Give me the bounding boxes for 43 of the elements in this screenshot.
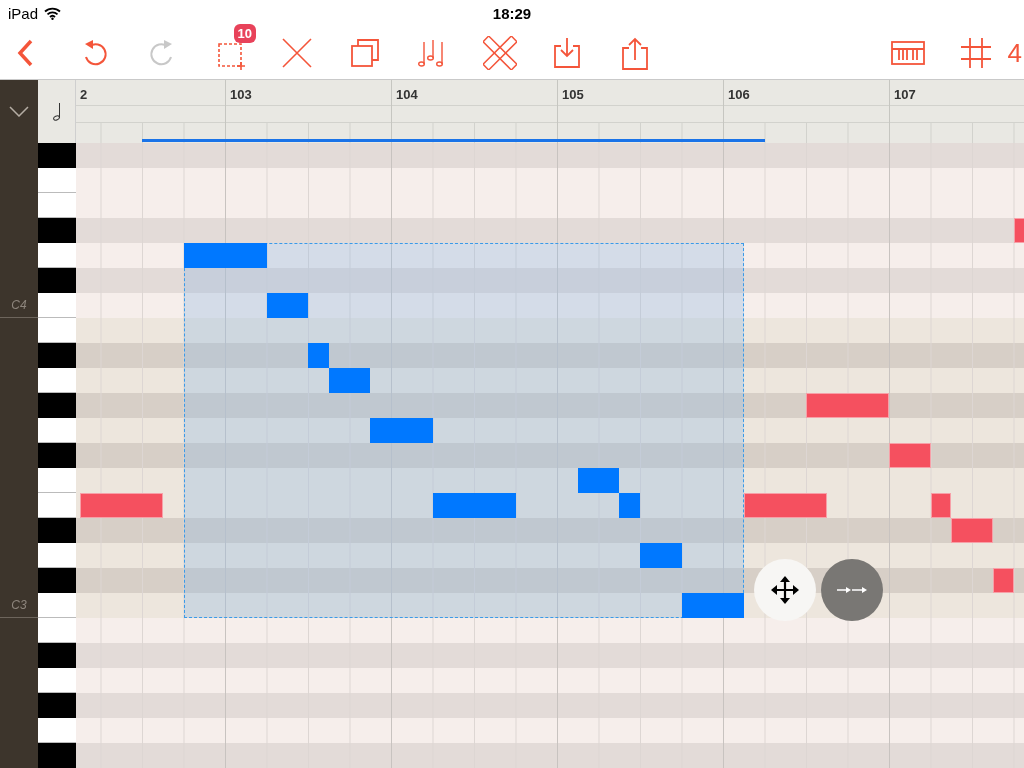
clock-time: 18:29 (492, 5, 532, 22)
grid-icon (958, 36, 993, 70)
note[interactable] (806, 393, 889, 418)
sharp-key[interactable] (38, 693, 76, 718)
sharp-key[interactable] (38, 393, 76, 418)
sharp-key[interactable] (38, 343, 76, 368)
toolbar-label: 4 (1007, 37, 1022, 69)
pencil-ruler-icon (482, 36, 517, 70)
octave-label: C3 (11, 598, 27, 612)
sharp-key[interactable] (38, 268, 76, 293)
sharp-key[interactable] (38, 143, 76, 168)
chevron-down-icon[interactable] (9, 106, 29, 117)
bar-number: 2 (80, 87, 88, 102)
carrier-label: iPad (8, 5, 39, 22)
close-icon (280, 36, 314, 70)
bar-number: 105 (562, 87, 584, 102)
selected-note[interactable] (328, 368, 371, 393)
bar-number: 107 (894, 87, 916, 102)
note[interactable] (992, 568, 1014, 593)
note[interactable] (79, 493, 163, 518)
sharp-key[interactable] (38, 643, 76, 668)
note[interactable] (951, 518, 993, 543)
sharp-key[interactable] (38, 743, 76, 768)
selected-note[interactable] (266, 293, 308, 318)
count-badge: 10 (233, 24, 256, 43)
octave-label: C4 (11, 298, 27, 312)
sharp-key[interactable] (38, 443, 76, 468)
bar-number: 104 (396, 87, 418, 102)
sharp-key[interactable] (38, 518, 76, 543)
move-icon (769, 575, 800, 605)
selected-note[interactable] (577, 468, 620, 493)
note[interactable] (889, 443, 931, 468)
sharp-key[interactable] (38, 218, 76, 243)
note[interactable] (743, 493, 827, 518)
bar-number: 106 (728, 87, 750, 102)
sharp-key[interactable] (38, 568, 76, 593)
playback-range-bar[interactable] (142, 139, 765, 142)
wifi-icon (44, 7, 62, 20)
bar-number: 103 (230, 87, 252, 102)
selection-rectangle[interactable] (183, 243, 744, 618)
double-arrow-icon (836, 586, 867, 594)
half-note-icon[interactable] (52, 102, 61, 121)
note[interactable] (930, 493, 952, 518)
